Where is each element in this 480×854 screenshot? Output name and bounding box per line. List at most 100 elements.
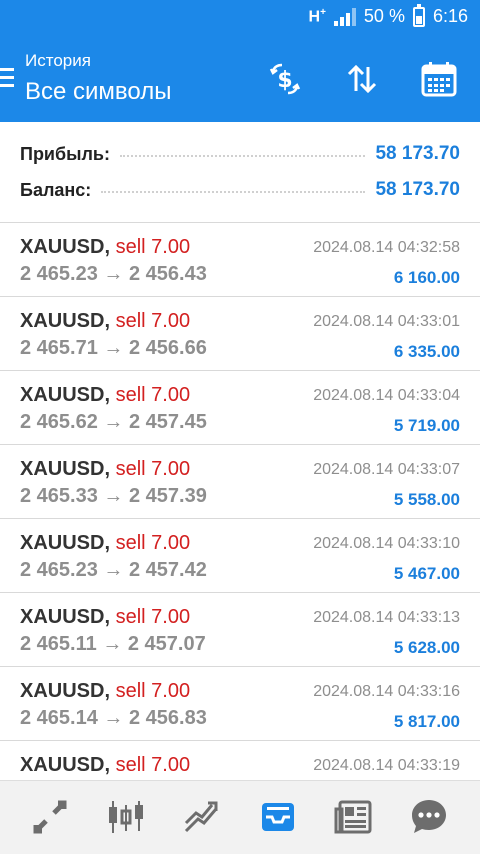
deal-row[interactable]: XAUUSD, sell 7.00 2 465.71 → 2 456.66 20… [0, 297, 480, 371]
deal-symbol: XAUUSD [20, 532, 105, 554]
deal-side-volume: sell 7.00 [115, 310, 191, 332]
deal-time: 2024.08.14 04:33:07 [313, 461, 460, 478]
deal-symbol: XAUUSD [20, 310, 105, 332]
deal-header: XAUUSD, sell 7.00 [20, 458, 190, 481]
chart-icon[interactable] [104, 795, 148, 839]
bottom-nav [0, 780, 480, 854]
arrow-icon: → [102, 633, 123, 655]
messages-icon[interactable] [407, 795, 451, 839]
deal-open-price: 2 465.23 [20, 263, 98, 285]
deal-symbol: XAUUSD [20, 384, 105, 406]
arrow-icon: → [103, 411, 124, 433]
deal-prices: 2 465.23 → 2 457.42 [20, 559, 207, 582]
trade-icon[interactable] [180, 795, 224, 839]
deal-comma: , [104, 532, 111, 554]
deal-profit: 5 628.00 [393, 638, 460, 657]
deal-time: 2024.08.14 04:33:13 [313, 609, 460, 626]
deal-open-price: 2 465.23 [20, 559, 98, 581]
deal-side-volume: sell 7.00 [115, 680, 191, 702]
deal-open-price: 2 465.33 [20, 485, 98, 507]
deal-close-price: 2 457.42 [128, 559, 207, 581]
account-summary: Прибыль: 58 173.70 Баланс: 58 173.70 [0, 122, 480, 222]
deal-profit: 6 335.00 [393, 342, 460, 361]
deal-side-volume: sell 7.00 [115, 384, 191, 406]
deal-close-price: 2 456.43 [128, 263, 207, 285]
deal-prices: 2 465.23 → 2 456.43 [20, 263, 207, 286]
deal-symbol: XAUUSD [20, 236, 105, 258]
profit-value: 58 173.70 [375, 143, 460, 164]
deal-row[interactable]: XAUUSD, sell 7.00 2 465.11 → 2 457.07 20… [0, 593, 480, 667]
deal-symbol: XAUUSD [20, 606, 105, 628]
deal-header: XAUUSD, sell 7.00 [20, 532, 190, 555]
deal-close-price: 2 456.83 [128, 707, 207, 729]
deal-open-price: 2 465.71 [20, 337, 98, 359]
deal-profit: 5 467.00 [393, 564, 460, 583]
deal-header: XAUUSD, sell 7.00 [20, 236, 190, 259]
app-bar: История Все символы $ [0, 36, 480, 122]
deal-comma: , [104, 606, 111, 628]
deal-row[interactable]: XAUUSD, sell 7.00 2 465.14 → 2 456.83 20… [0, 667, 480, 741]
battery-percent: 50 % [363, 6, 405, 26]
deal-open-price: 2 465.62 [20, 411, 98, 433]
arrow-icon: → [103, 263, 124, 285]
arrow-icon: → [103, 337, 124, 359]
profit-label: Прибыль: [20, 143, 110, 164]
calendar-icon[interactable] [418, 58, 460, 100]
deal-comma: , [104, 310, 111, 332]
sort-icon[interactable] [341, 58, 383, 100]
dotted-leader [119, 155, 366, 157]
deal-comma: , [104, 384, 111, 406]
deal-side-volume: sell 7.00 [115, 236, 191, 258]
symbol-filter-title[interactable]: Все символы [25, 78, 171, 106]
deal-side-volume: sell 7.00 [115, 606, 191, 628]
deal-symbol: XAUUSD [20, 680, 105, 702]
deal-symbol: XAUUSD [20, 754, 105, 776]
quotes-icon[interactable] [28, 795, 72, 839]
clock: 6:16 [432, 6, 468, 26]
deal-side-volume: sell 7.00 [115, 532, 191, 554]
arrow-icon: → [103, 707, 124, 729]
deal-comma: , [104, 236, 111, 258]
deal-time: 2024.08.14 04:33:01 [313, 313, 460, 330]
balance-row: Баланс: 58 173.70 [20, 178, 460, 202]
status-bar: H+ 50 % 6:16 [0, 0, 480, 36]
deal-row[interactable]: XAUUSD, sell 7.00 2 465.33 → 2 457.39 20… [0, 445, 480, 519]
deal-row[interactable]: XAUUSD, sell 7.00 2 465.23 → 2 456.43 20… [0, 223, 480, 297]
deal-header: XAUUSD, sell 7.00 [20, 606, 190, 629]
news-icon[interactable] [332, 795, 376, 839]
deal-close-price: 2 456.66 [128, 337, 207, 359]
deal-close-price: 2 457.39 [128, 485, 207, 507]
svg-text:$: $ [277, 68, 292, 93]
deal-prices: 2 465.71 → 2 456.66 [20, 337, 207, 360]
deal-header: XAUUSD, sell 7.00 [20, 310, 190, 333]
arrow-icon: → [103, 559, 124, 581]
deal-open-price: 2 465.11 [20, 633, 97, 655]
deal-open-price: 2 465.14 [20, 707, 98, 729]
deal-prices: 2 465.33 → 2 457.39 [20, 485, 207, 508]
menu-icon[interactable] [0, 68, 14, 92]
profit-row: Прибыль: 58 173.70 [20, 142, 460, 166]
history-icon[interactable] [256, 795, 300, 839]
deal-side-volume: sell 7.00 [115, 458, 191, 480]
deal-profit: 6 160.00 [393, 268, 460, 287]
deal-comma: , [104, 458, 111, 480]
deal-comma: , [104, 754, 111, 776]
deal-time: 2024.08.14 04:33:04 [313, 387, 460, 404]
deal-row[interactable]: XAUUSD, sell 7.00 2 465.62 → 2 457.45 20… [0, 371, 480, 445]
deal-close-price: 2 457.45 [128, 411, 207, 433]
deal-row[interactable]: XAUUSD, sell 7.00 2 465.23 → 2 457.42 20… [0, 519, 480, 593]
balance-label: Баланс: [20, 179, 92, 200]
deal-prices: 2 465.11 → 2 457.07 [20, 633, 206, 656]
deal-prices: 2 465.62 → 2 457.45 [20, 411, 207, 434]
network-indicator: H+ [308, 6, 326, 26]
deal-symbol: XAUUSD [20, 458, 105, 480]
deal-time: 2024.08.14 04:33:10 [313, 535, 460, 552]
deal-time: 2024.08.14 04:33:19 [313, 757, 460, 774]
currency-exchange-icon[interactable]: $ [264, 58, 306, 100]
deal-header: XAUUSD, sell 7.00 [20, 680, 190, 703]
deal-header: XAUUSD, sell 7.00 [20, 754, 190, 777]
deal-close-price: 2 457.07 [127, 633, 206, 655]
deal-header: XAUUSD, sell 7.00 [20, 384, 190, 407]
deal-side-volume: sell 7.00 [115, 754, 191, 776]
dotted-leader [101, 191, 366, 193]
